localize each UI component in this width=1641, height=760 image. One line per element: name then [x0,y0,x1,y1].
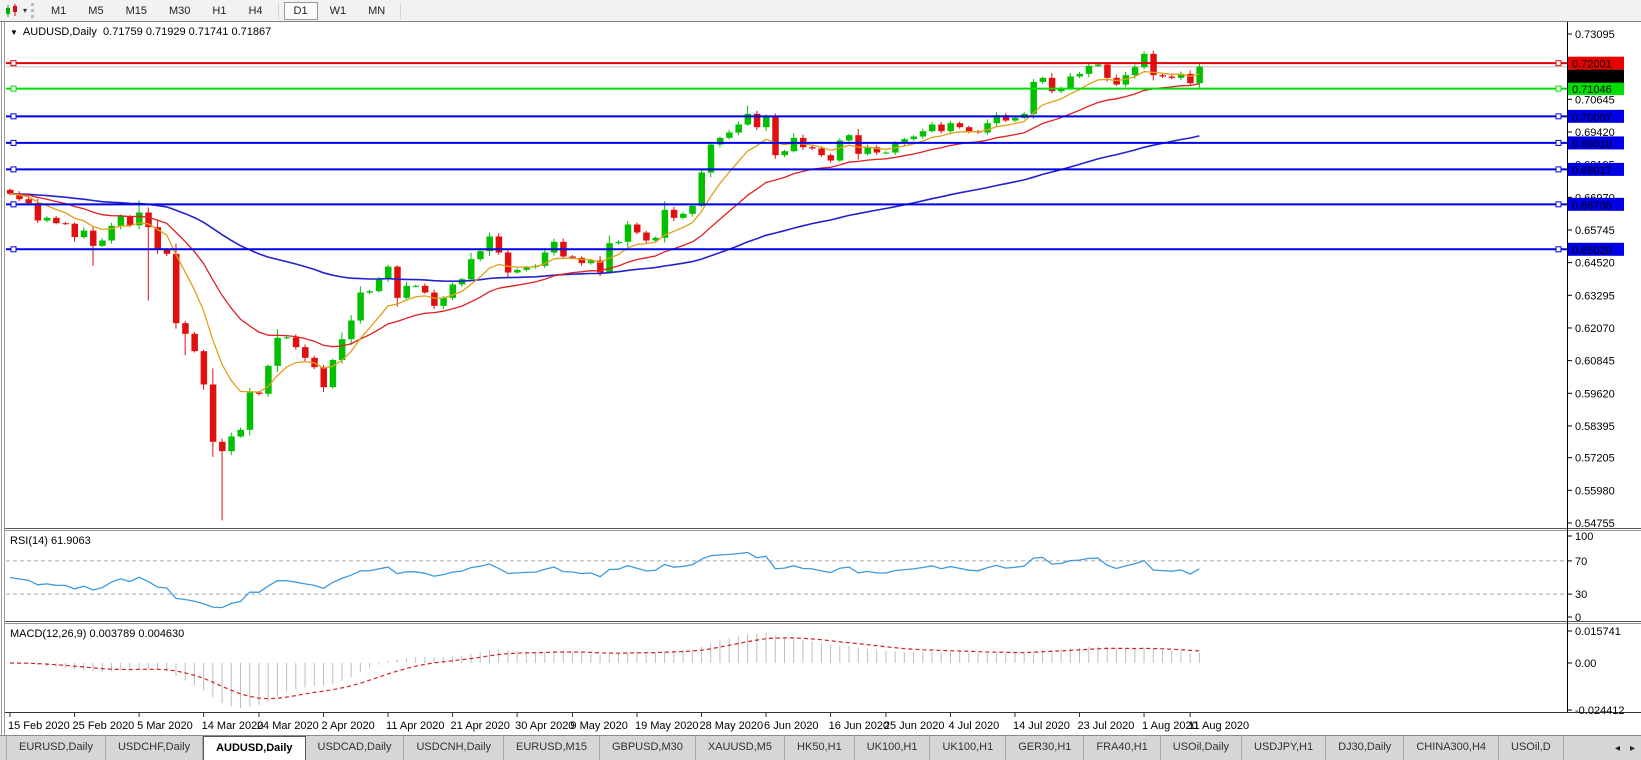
svg-text:0.55980: 0.55980 [1575,485,1615,497]
tab-scroll-right-icon[interactable]: ▸ [1630,743,1635,754]
svg-text:28 May 2020: 28 May 2020 [700,720,764,732]
chart-tab-eurusd-m15[interactable]: EURUSD,M15 [504,736,600,760]
svg-text:0.65020: 0.65020 [1572,245,1612,257]
chart-tab-usdjpy-h1[interactable]: USDJPY,H1 [1242,736,1326,760]
chart-tab-usdcad-daily[interactable]: USDCAD,Daily [306,736,405,760]
svg-text:0.015741: 0.015741 [1575,626,1621,638]
chart-canvas: 0.730950.718700.706450.694200.681950.669… [0,0,1641,735]
tab-scroll-controls: ◂ ▸ [1609,736,1641,760]
line-handle[interactable] [1556,114,1561,119]
svg-text:30: 30 [1575,589,1587,601]
svg-text:5 Mar 2020: 5 Mar 2020 [137,720,193,732]
line-handle[interactable] [11,202,16,207]
svg-text:100: 100 [1575,531,1593,543]
svg-text:0.58395: 0.58395 [1575,421,1615,433]
chart-tab-bar: EURUSD,DailyUSDCHF,DailyAUDUSD,DailyUSDC… [0,735,1641,760]
chart-tab-usdchf-daily[interactable]: USDCHF,Daily [106,736,203,760]
svg-text:0.60845: 0.60845 [1575,356,1615,368]
chart-tab-fra40-h1[interactable]: FRA40,H1 [1084,736,1160,760]
chart-tab-dj30-daily[interactable]: DJ30,Daily [1326,736,1404,760]
svg-text:-0.024412: -0.024412 [1575,705,1625,717]
svg-text:0.59620: 0.59620 [1575,388,1615,400]
svg-text:15 Feb 2020: 15 Feb 2020 [8,720,70,732]
svg-text:25 Jun 2020: 25 Jun 2020 [884,720,945,732]
price-axis: 0.730950.718700.706450.694200.681950.669… [1567,29,1615,530]
svg-text:25 Feb 2020: 25 Feb 2020 [73,720,135,732]
svg-text:2 Apr 2020: 2 Apr 2020 [321,720,374,732]
line-handle[interactable] [1556,247,1561,252]
chart-tab-ger30-h1[interactable]: GER30,H1 [1006,736,1084,760]
svg-text:0.62070: 0.62070 [1575,323,1615,335]
svg-text:0.65745: 0.65745 [1575,225,1615,237]
line-handle[interactable] [11,167,16,172]
svg-text:4 Jul 2020: 4 Jul 2020 [948,720,999,732]
svg-text:0.73095: 0.73095 [1575,29,1615,41]
chart-tab-xauusd-m5[interactable]: XAUUSD,M5 [696,736,785,760]
svg-text:0.57205: 0.57205 [1575,453,1615,465]
svg-text:0.66706: 0.66706 [1572,200,1612,212]
svg-text:0.00: 0.00 [1575,658,1596,670]
chart-tab-usdcnh-daily[interactable]: USDCNH,Daily [404,736,504,760]
svg-text:0.54755: 0.54755 [1575,518,1615,530]
chart-tab-audusd-daily[interactable]: AUDUSD,Daily [203,736,305,760]
svg-text:0.71046: 0.71046 [1572,84,1612,96]
line-handle[interactable] [1556,202,1561,207]
rsi-indicator-label: RSI(14) 61.9063 [10,535,91,547]
svg-text:6 Jun 2020: 6 Jun 2020 [764,720,818,732]
svg-text:23 Jul 2020: 23 Jul 2020 [1078,720,1135,732]
chart-ohlc-values: 0.71759 0.71929 0.71741 0.71867 [103,26,271,38]
svg-text:0: 0 [1575,612,1581,624]
svg-text:24 Mar 2020: 24 Mar 2020 [257,720,319,732]
trading-platform-window: ▾ M1M5M15M30H1H4D1W1MN 0.730950.718700.7… [0,0,1641,760]
rsi-panel: 100 70 30 0 [6,531,1593,624]
svg-text:0.63295: 0.63295 [1575,290,1615,302]
svg-text:70: 70 [1575,556,1587,568]
line-handle[interactable] [1556,61,1561,66]
chart-tab-china300-h4[interactable]: CHINA300,H4 [1404,736,1499,760]
line-handle[interactable] [11,114,16,119]
svg-text:11 Aug 2020: 11 Aug 2020 [1188,720,1249,732]
chart-tab-hk50-h1[interactable]: HK50,H1 [785,736,855,760]
svg-text:0.71867: 0.71867 [1572,72,1612,84]
collapse-triangle-icon[interactable]: ▼ [10,28,18,37]
svg-text:16 Jun 2020: 16 Jun 2020 [829,720,890,732]
svg-text:14 Jul 2020: 14 Jul 2020 [1013,720,1070,732]
line-handle[interactable] [1556,86,1561,91]
chart-title: ▼ AUDUSD,Daily 0.71759 0.71929 0.71741 0.… [10,26,271,38]
svg-text:19 May 2020: 19 May 2020 [635,720,699,732]
chart-tab-uk100-h1[interactable]: UK100,H1 [855,736,931,760]
chart-symbol-period: AUDUSD,Daily [23,26,97,38]
macd-signal-line [10,638,1199,699]
line-handle[interactable] [1556,140,1561,145]
line-handle[interactable] [11,86,16,91]
svg-text:0.68017: 0.68017 [1572,165,1612,177]
svg-text:0.64520: 0.64520 [1575,258,1615,270]
macd-indicator-label: MACD(12,26,9) 0.003789 0.004630 [10,628,184,640]
chart-tab-usoil-daily[interactable]: USOil,Daily [1161,736,1242,760]
chart-tab-gbpusd-m30[interactable]: GBPUSD,M30 [600,736,696,760]
price-chart-plot[interactable] [6,22,1567,528]
chart-tab-uk100-h1[interactable]: UK100,H1 [930,736,1006,760]
line-handle[interactable] [11,140,16,145]
svg-text:0.69010: 0.69010 [1572,138,1612,150]
svg-text:0.72001: 0.72001 [1572,59,1612,71]
tab-scroll-left-icon[interactable]: ◂ [1615,743,1620,754]
line-handle[interactable] [11,61,16,66]
line-handle[interactable] [11,247,16,252]
svg-text:9 May 2020: 9 May 2020 [570,720,627,732]
chart-tabs: EURUSD,DailyUSDCHF,DailyAUDUSD,DailyUSDC… [6,736,1564,760]
chart-tab-usoil-d[interactable]: USOil,D [1499,736,1564,760]
svg-text:30 Apr 2020: 30 Apr 2020 [515,720,574,732]
date-axis: 15 Feb 202025 Feb 20205 Mar 2020 14 Mar 2… [8,713,1249,732]
macd-panel: 0.015741 0.00 -0.024412 [10,626,1625,717]
svg-text:0.70007: 0.70007 [1572,112,1612,124]
svg-text:21 Apr 2020: 21 Apr 2020 [451,720,510,732]
line-handle[interactable] [1556,167,1561,172]
svg-text:14 Mar 2020: 14 Mar 2020 [202,720,264,732]
svg-text:11 Apr 2020: 11 Apr 2020 [386,720,445,732]
chart-tab-eurusd-daily[interactable]: EURUSD,Daily [6,736,106,760]
